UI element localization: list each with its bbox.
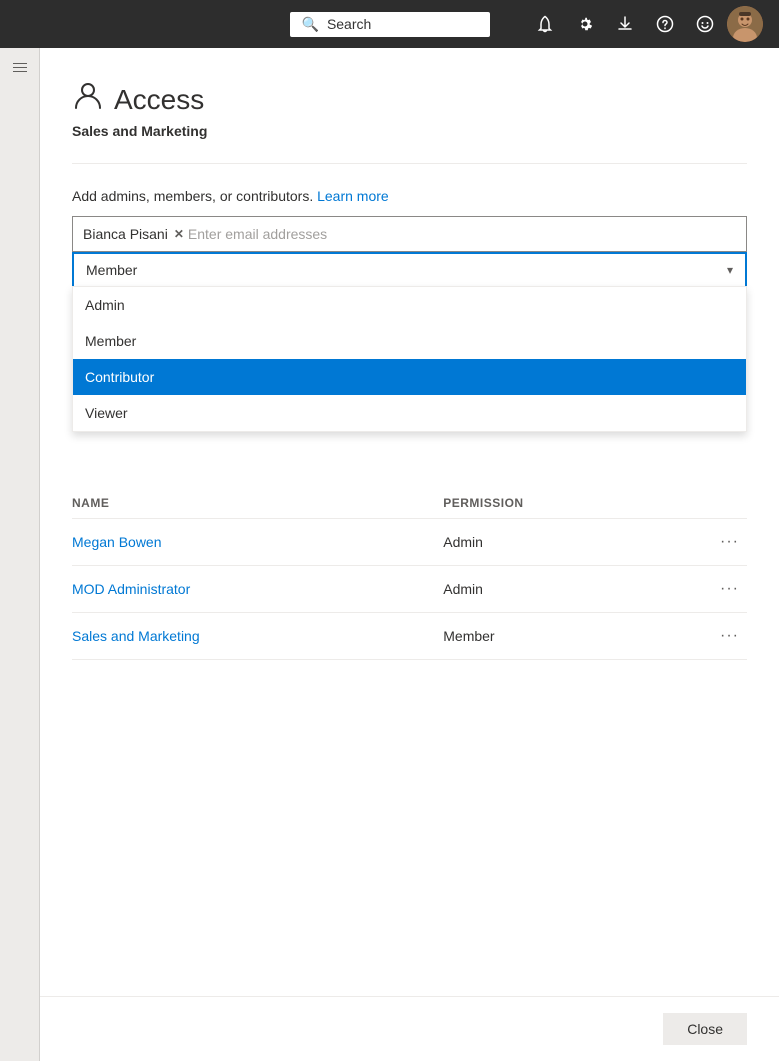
sidebar-item-1[interactable] bbox=[0, 48, 40, 88]
main-content: Access Sales and Marketing Add admins, m… bbox=[40, 48, 779, 1061]
row-more-0[interactable]: ··· bbox=[712, 533, 747, 551]
row-more-1[interactable]: ··· bbox=[712, 580, 747, 598]
feedback-icon[interactable] bbox=[687, 6, 723, 42]
person-icon bbox=[72, 80, 104, 119]
row-name-1: MOD Administrator bbox=[72, 581, 443, 597]
divider bbox=[72, 163, 747, 164]
table-row[interactable]: Sales and Marketing Member ··· bbox=[72, 613, 747, 660]
email-tag-close-icon[interactable]: ✕ bbox=[174, 227, 184, 241]
topbar-icons bbox=[527, 6, 763, 42]
dropdown-option-contributor[interactable]: Contributor bbox=[73, 359, 746, 395]
table-row[interactable]: MOD Administrator Admin ··· bbox=[72, 566, 747, 613]
members-table: NAME PERMISSION Megan Bowen Admin ··· MO… bbox=[72, 488, 747, 660]
table-row[interactable]: Megan Bowen Admin ··· bbox=[72, 519, 747, 566]
dropdown-selected[interactable]: Member ▾ bbox=[74, 254, 745, 286]
row-permission-1: Admin bbox=[443, 581, 712, 597]
email-tag-name: Bianca Pisani bbox=[83, 226, 168, 242]
row-permission-2: Member bbox=[443, 628, 712, 644]
access-header: Access bbox=[72, 80, 747, 119]
search-box[interactable]: 🔍 Search bbox=[290, 12, 490, 37]
settings-icon[interactable] bbox=[567, 6, 603, 42]
col-name-header: NAME bbox=[72, 496, 443, 510]
dropdown-option-admin[interactable]: Admin bbox=[73, 287, 746, 323]
help-icon[interactable] bbox=[647, 6, 683, 42]
row-more-2[interactable]: ··· bbox=[712, 627, 747, 645]
email-input-container[interactable]: Bianca Pisani ✕ Enter email addresses bbox=[72, 216, 747, 252]
chevron-down-icon: ▾ bbox=[727, 263, 733, 277]
page-subtitle: Sales and Marketing bbox=[72, 123, 747, 139]
col-permission-header: PERMISSION bbox=[443, 496, 747, 510]
email-tag: Bianca Pisani ✕ bbox=[83, 226, 184, 242]
download-icon[interactable] bbox=[607, 6, 643, 42]
table-header: NAME PERMISSION bbox=[72, 488, 747, 519]
add-section-text: Add admins, members, or contributors. Le… bbox=[72, 188, 747, 204]
close-button[interactable]: Close bbox=[663, 1013, 747, 1045]
avatar[interactable] bbox=[727, 6, 763, 42]
dropdown-selected-value: Member bbox=[86, 262, 137, 278]
avatar-image bbox=[727, 6, 763, 42]
learn-more-link[interactable]: Learn more bbox=[317, 188, 389, 204]
dropdown-option-viewer[interactable]: Viewer bbox=[73, 395, 746, 431]
email-input-placeholder[interactable]: Enter email addresses bbox=[188, 226, 736, 242]
row-name-0: Megan Bowen bbox=[72, 534, 443, 550]
row-permission-0: Admin bbox=[443, 534, 712, 550]
dropdown-option-member[interactable]: Member bbox=[73, 323, 746, 359]
notification-icon[interactable] bbox=[527, 6, 563, 42]
footer: Close bbox=[40, 996, 779, 1061]
page-title: Access bbox=[114, 84, 204, 116]
dropdown-menu: Admin Member Contributor Viewer bbox=[72, 286, 747, 432]
topbar: 🔍 Search bbox=[0, 0, 779, 48]
search-text: Search bbox=[327, 16, 371, 32]
role-dropdown[interactable]: Member ▾ Admin Member Contributor Viewer bbox=[72, 252, 747, 288]
row-name-2: Sales and Marketing bbox=[72, 628, 443, 644]
search-icon: 🔍 bbox=[302, 16, 319, 33]
sidebar bbox=[0, 48, 40, 1061]
